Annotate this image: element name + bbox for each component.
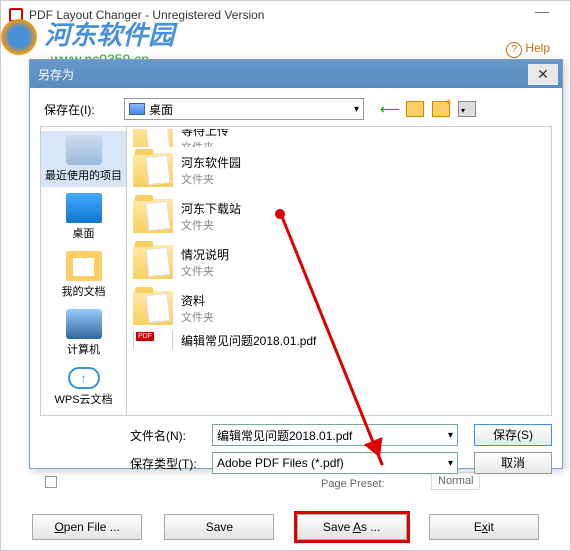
file-type: 文件夹 [181, 309, 214, 325]
places-sidebar: 最近使用的项目 桌面 我的文档 计算机 [40, 126, 126, 416]
file-name: 资料 [181, 292, 214, 309]
dialog-titlebar: 另存为 ✕ [30, 60, 562, 88]
save-button[interactable]: 保存(S) [474, 424, 552, 446]
folder-icon [133, 291, 173, 325]
file-name: 等待上传 [181, 129, 229, 139]
sidebar-item-label: 桌面 [73, 225, 95, 241]
file-type: 文件夹 [181, 171, 241, 187]
sidebar-item-label: 我的文档 [62, 283, 106, 299]
main-button-row: Open File ... Save Save As ... Exit [1, 514, 570, 540]
sidebar-item-label: 计算机 [67, 341, 100, 357]
folder-icon [133, 129, 173, 147]
cloud-icon [68, 367, 100, 389]
file-name: 河东软件园 [181, 154, 241, 171]
dialog-title: 另存为 [38, 66, 74, 83]
folder-icon [133, 153, 173, 187]
dialog-toolbar: ⟵ [380, 101, 476, 117]
open-file-button[interactable]: Open File ... [32, 514, 142, 540]
list-item[interactable]: 编辑常见问题2018.01.pdf [129, 331, 549, 349]
recent-icon [66, 135, 102, 165]
list-item[interactable]: 河东软件园 文件夹 [129, 147, 549, 193]
file-name: 河东下载站 [181, 200, 241, 217]
list-item[interactable]: 等待上传 文件夹 [129, 129, 549, 147]
filename-value: 编辑常见问题2018.01.pdf [217, 427, 352, 444]
minimize-button[interactable]: — [522, 3, 562, 27]
pdf-icon [133, 331, 173, 349]
chevron-down-icon: ▾ [354, 104, 359, 115]
list-item[interactable]: 资料 文件夹 [129, 285, 549, 331]
chevron-down-icon: ▾ [448, 458, 453, 469]
file-type: 文件夹 [181, 263, 229, 279]
window-title: PDF Layout Changer - Unregistered Versio… [29, 8, 264, 22]
save-as-button[interactable]: Save As ... [297, 514, 407, 540]
help-link[interactable]: Help [506, 41, 550, 58]
list-item[interactable]: 情况说明 文件夹 [129, 239, 549, 285]
documents-icon [66, 251, 102, 281]
main-window: PDF Layout Changer - Unregistered Versio… [0, 0, 571, 551]
view-menu-icon[interactable] [458, 101, 476, 117]
sidebar-item-label: WPS云文档 [54, 391, 112, 407]
folder-icon [133, 245, 173, 279]
new-folder-icon[interactable] [432, 101, 450, 117]
titlebar: PDF Layout Changer - Unregistered Versio… [1, 1, 570, 29]
folder-icon [133, 199, 173, 233]
sidebar-item-wps[interactable]: WPS云文档 [41, 363, 126, 411]
back-icon[interactable]: ⟵ [380, 101, 398, 117]
save-as-dialog: 另存为 ✕ 保存在(I): 桌面 ▾ ⟵ [29, 59, 563, 469]
file-list[interactable]: 等待上传 文件夹 河东软件园 文件夹 河东下 [126, 126, 552, 416]
computer-icon [66, 309, 102, 339]
sidebar-item-computer[interactable]: 计算机 [41, 305, 126, 361]
sidebar-item-recent[interactable]: 最近使用的项目 [41, 131, 126, 187]
save-in-select[interactable]: 桌面 ▾ [124, 98, 364, 120]
list-item[interactable]: 河东下载站 文件夹 [129, 193, 549, 239]
cancel-button[interactable]: 取消 [474, 452, 552, 474]
desktop-icon [66, 193, 102, 223]
filename-input[interactable]: 编辑常见问题2018.01.pdf ▾ [212, 424, 458, 446]
filetype-value: Adobe PDF Files (*.pdf) [217, 456, 344, 470]
file-type: 文件夹 [181, 139, 229, 148]
file-name: 编辑常见问题2018.01.pdf [181, 332, 316, 349]
close-icon[interactable]: ✕ [528, 64, 558, 85]
up-folder-icon[interactable] [406, 101, 424, 117]
sidebar-item-label: 最近使用的项目 [45, 167, 122, 183]
filetype-label: 保存类型(T): [130, 455, 206, 472]
save-in-value: 桌面 [149, 101, 173, 118]
save-in-label: 保存在(I): [44, 101, 118, 118]
file-type: 文件夹 [181, 217, 241, 233]
desktop-icon [129, 103, 145, 115]
save-button-main[interactable]: Save [164, 514, 274, 540]
filename-label: 文件名(N): [130, 427, 206, 444]
save-in-row: 保存在(I): 桌面 ▾ ⟵ [44, 98, 552, 120]
chevron-down-icon: ▾ [448, 430, 453, 441]
exit-button[interactable]: Exit [429, 514, 539, 540]
filetype-select[interactable]: Adobe PDF Files (*.pdf) ▾ [212, 452, 458, 474]
file-name: 情况说明 [181, 246, 229, 263]
sidebar-item-desktop[interactable]: 桌面 [41, 189, 126, 245]
sidebar-item-documents[interactable]: 我的文档 [41, 247, 126, 303]
app-icon [9, 8, 23, 22]
